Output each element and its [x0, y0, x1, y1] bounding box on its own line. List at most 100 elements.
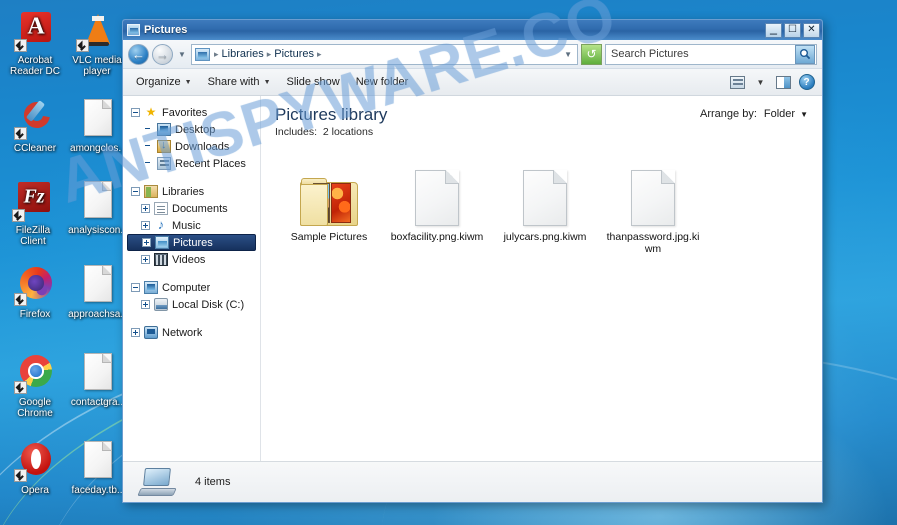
desktop-icon-google-chrome[interactable]: Google Chrome	[4, 352, 66, 419]
chrome-icon	[14, 352, 56, 394]
expand-toggle-icon[interactable]	[141, 221, 150, 230]
list-item[interactable]: thanpassword.jpg.kiwm	[599, 154, 707, 255]
window-titlebar[interactable]: Pictures – ☐ ✕	[123, 20, 822, 40]
sidebar-item-downloads[interactable]: Downloads	[127, 138, 260, 155]
desktop-icon-analysiscon[interactable]: analysiscon..	[66, 180, 128, 236]
navigation-pane[interactable]: ★ Favorites Desktop Downloads	[123, 96, 261, 461]
sidebar-item-documents[interactable]: Documents	[127, 200, 260, 217]
videos-icon	[154, 253, 168, 266]
breadcrumb-separator-icon: ▸	[317, 48, 322, 59]
expand-toggle-icon[interactable]	[141, 300, 150, 309]
sidebar-item-desktop[interactable]: Desktop	[127, 121, 260, 138]
item-name: boxfacility.png.kiwm	[390, 231, 484, 243]
item-name: julycars.png.kiwm	[503, 231, 587, 243]
maximize-button[interactable]: ☐	[784, 22, 801, 38]
desktop-icon-contactgra[interactable]: contactgra..	[66, 352, 128, 408]
organize-button[interactable]: Organize ▼	[129, 72, 199, 92]
recent-pages-button[interactable]: ▼	[176, 44, 188, 65]
sidebar-item-computer[interactable]: Computer	[127, 279, 260, 296]
file-page-icon	[76, 440, 118, 482]
expand-toggle-icon[interactable]	[141, 255, 150, 264]
desktop-icon-vlc-media-player[interactable]: VLC media player	[66, 10, 128, 77]
includes-value[interactable]: 2 locations	[323, 126, 373, 138]
file-list[interactable]: Sample Pictures boxfacility.png.kiwm jul…	[261, 140, 822, 461]
collapse-toggle-icon[interactable]	[131, 283, 140, 292]
sidebar-item-videos[interactable]: Videos	[127, 251, 260, 268]
list-item[interactable]: Sample Pictures	[275, 154, 383, 255]
search-input[interactable]	[611, 48, 795, 60]
close-icon: ✕	[807, 24, 816, 35]
breadcrumb-pictures[interactable]: Pictures	[273, 48, 315, 60]
breadcrumb[interactable]: ▸ Libraries ▸ Pictures ▸ ▼	[191, 43, 578, 65]
item-thumbnail	[599, 154, 707, 226]
preview-pane-button[interactable]	[774, 74, 793, 91]
sidebar-item-local-disk-c[interactable]: Local Disk (C:)	[127, 296, 260, 313]
new-folder-button[interactable]: New folder	[349, 72, 416, 92]
page-title: Pictures library	[275, 105, 388, 124]
expand-toggle-icon[interactable]	[142, 238, 151, 247]
desktop-icon-label: analysiscon..	[68, 225, 126, 236]
breadcrumb-separator-icon: ▸	[266, 48, 272, 59]
search-button[interactable]	[795, 44, 815, 64]
share-with-button[interactable]: Share with ▼	[201, 72, 278, 92]
desktop-icon-filezilla-client[interactable]: Fz FileZilla Client	[2, 180, 64, 247]
sidebar-item-music[interactable]: ♪ Music	[127, 217, 260, 234]
sidebar-item-recent-places[interactable]: Recent Places	[127, 155, 260, 172]
arrange-by-dropdown[interactable]: Folder ▼	[764, 108, 808, 120]
view-icon	[730, 75, 745, 89]
close-button[interactable]: ✕	[803, 22, 820, 38]
chevron-down-icon: ▼	[800, 109, 808, 119]
arrange-by: Arrange by: Folder ▼	[700, 105, 808, 120]
maximize-icon: ☐	[788, 24, 797, 35]
expand-toggle-icon[interactable]	[131, 328, 140, 337]
content-pane[interactable]: Pictures library Includes: 2 locations A…	[261, 96, 822, 461]
collapse-toggle-icon[interactable]	[131, 108, 140, 117]
collapse-toggle-icon[interactable]	[131, 187, 140, 196]
desktop-icon-approachsa[interactable]: approachsa..	[66, 264, 128, 320]
desktop-icon-label: Acrobat Reader DC	[9, 55, 61, 77]
item-count: 4 items	[195, 476, 231, 488]
file-page-icon	[76, 352, 118, 394]
change-view-button[interactable]	[728, 74, 747, 91]
desktop-icon-faceday[interactable]: faceday.tb..	[66, 440, 128, 496]
search-icon	[800, 49, 811, 60]
desktop-icon-amongclos[interactable]: amongclos..	[66, 98, 128, 154]
desktop-icon-opera[interactable]: Opera	[4, 440, 66, 496]
nav-group-libraries: Libraries Documents ♪ Music Pictures Vid…	[127, 183, 260, 268]
file-page-icon	[523, 170, 567, 226]
library-header: Pictures library Includes: 2 locations A…	[261, 96, 822, 140]
expand-toggle-icon[interactable]	[141, 204, 150, 213]
spacer-icon	[144, 159, 153, 168]
list-item[interactable]: boxfacility.png.kiwm	[383, 154, 491, 255]
slide-show-button[interactable]: Slide show	[280, 72, 347, 92]
shortcut-overlay-icon	[76, 39, 89, 52]
refresh-button[interactable]: ↺	[581, 43, 602, 65]
chevron-down-icon: ▼	[178, 49, 186, 59]
window-title: Pictures	[144, 24, 188, 36]
desktop-icon-label: amongclos..	[70, 143, 124, 154]
window-controls: – ☐ ✕	[765, 22, 820, 39]
breadcrumb-dropdown-icon[interactable]: ▼	[564, 50, 574, 59]
view-caret-button[interactable]: ▼	[751, 74, 770, 91]
desktop-icon-label: approachsa..	[68, 309, 126, 320]
help-icon: ?	[798, 74, 815, 90]
spacer-icon	[144, 142, 153, 151]
desktop-icon-ccleaner[interactable]: CCleaner	[4, 96, 66, 154]
back-button[interactable]: ←	[128, 43, 149, 65]
sidebar-item-favorites[interactable]: ★ Favorites	[127, 104, 260, 121]
sidebar-item-pictures[interactable]: Pictures	[127, 234, 256, 251]
desktop-icon-label: FileZilla Client	[15, 225, 51, 247]
arrow-right-icon: →	[156, 46, 169, 62]
desktop-icon-firefox[interactable]: Firefox	[4, 264, 66, 320]
help-button[interactable]: ?	[797, 74, 816, 91]
minimize-button[interactable]: –	[765, 22, 782, 39]
desktop-icon-acrobat-reader-dc[interactable]: A Acrobat Reader DC	[4, 10, 66, 77]
breadcrumb-libraries[interactable]: Libraries	[221, 48, 265, 60]
desktop-icon	[157, 123, 171, 136]
sidebar-item-libraries[interactable]: Libraries	[127, 183, 260, 200]
sidebar-item-network[interactable]: Network	[127, 324, 260, 341]
sidebar-item-label: Libraries	[162, 185, 205, 198]
forward-button[interactable]: →	[152, 43, 173, 65]
search-box[interactable]	[605, 43, 817, 65]
list-item[interactable]: julycars.png.kiwm	[491, 154, 599, 255]
